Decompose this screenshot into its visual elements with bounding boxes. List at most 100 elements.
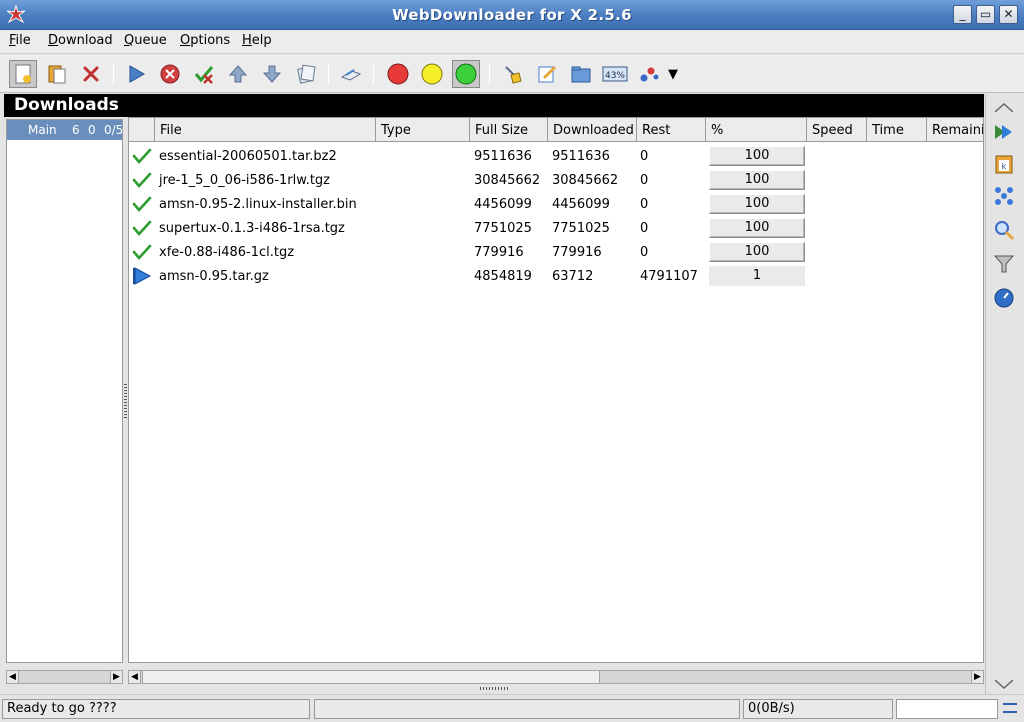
stop-icon[interactable] xyxy=(156,60,184,88)
menu-file[interactable]: File xyxy=(9,33,31,48)
progress-cell: 100 xyxy=(709,146,805,166)
complete-check-icon xyxy=(132,196,152,212)
menu-bar: File Download Queue Options Help xyxy=(0,30,1024,54)
graph-icon[interactable] xyxy=(635,60,663,88)
paste-icon[interactable] xyxy=(43,60,71,88)
table-row[interactable]: xfe-0.88-i486-1cl.tgz 779916 779916 0 100 xyxy=(129,240,983,264)
clipboard-icon[interactable]: k xyxy=(992,152,1016,176)
tree-hscrollbar[interactable]: ◀ ▶ xyxy=(6,670,123,684)
table-hscrollbar[interactable]: ◀ ▶ xyxy=(128,670,984,684)
start-all-icon[interactable] xyxy=(992,120,1016,144)
edit-icon[interactable] xyxy=(533,60,561,88)
clear-icon[interactable] xyxy=(499,60,527,88)
main-area: Downloads Main 6 0 0/5 File Type Full Si… xyxy=(4,94,984,694)
scroll-right-arrow[interactable]: ▶ xyxy=(110,671,122,683)
complete-check-icon xyxy=(132,220,152,236)
column-speed[interactable]: Speed xyxy=(807,118,867,142)
downloaded-cell: 7751025 xyxy=(552,221,610,236)
minimize-button[interactable]: _ xyxy=(953,5,972,24)
file-cell: supertux-0.1.3-i486-1rsa.tgz xyxy=(159,221,345,236)
complete-check-icon xyxy=(132,244,152,260)
progress-cell: 100 xyxy=(709,194,805,214)
column-type[interactable]: Type xyxy=(376,118,470,142)
right-toolbar: k xyxy=(985,94,1021,694)
scroll-down-icon[interactable] xyxy=(992,672,1016,696)
tree-item-name: Main xyxy=(28,123,57,137)
yellow-light-icon[interactable] xyxy=(418,60,446,88)
new-download-icon[interactable] xyxy=(9,60,37,88)
scroll-right-arrow[interactable]: ▶ xyxy=(971,671,983,683)
progress-cell: 100 xyxy=(709,170,805,190)
progress-cell: 100 xyxy=(709,242,805,262)
network-icon[interactable] xyxy=(992,184,1016,208)
downloaded-cell: 9511636 xyxy=(552,149,610,164)
move-down-icon[interactable] xyxy=(258,60,286,88)
status-bar: Ready to go ???? 0(0B/s) xyxy=(0,694,1024,722)
downloaded-cell: 63712 xyxy=(552,269,594,284)
speed-limit-icon[interactable]: 43% xyxy=(601,60,629,88)
table-row[interactable]: essential-20060501.tar.bz2 9511636 9511636… xyxy=(129,144,983,168)
window-title: WebDownloader for X 2.5.6 xyxy=(392,6,632,24)
status-message: Ready to go ???? xyxy=(2,699,310,719)
column-file[interactable]: File xyxy=(155,118,376,142)
delete-icon[interactable] xyxy=(77,60,105,88)
menu-handle-icon[interactable] xyxy=(1003,703,1017,713)
red-light-icon[interactable] xyxy=(384,60,412,88)
close-button[interactable]: ✕ xyxy=(999,5,1018,24)
column-percent[interactable]: % xyxy=(706,118,807,142)
file-cell: xfe-0.88-i486-1cl.tgz xyxy=(159,245,295,260)
column-full-size[interactable]: Full Size xyxy=(470,118,548,142)
title-bar: WebDownloader for X 2.5.6 _ ▭ ✕ xyxy=(0,0,1024,30)
toolbar-dropdown-arrow[interactable]: ▼ xyxy=(663,60,683,88)
table-header: File Type Full Size Downloaded Rest % Sp… xyxy=(129,118,983,142)
scroll-up-icon[interactable] xyxy=(992,96,1016,120)
downloaded-cell: 4456099 xyxy=(552,197,610,212)
queue-tree[interactable]: Main 6 0 0/5 xyxy=(6,119,123,663)
table-row[interactable]: amsn-0.95.tar.gz 4854819 63712 4791107 1 xyxy=(129,264,983,288)
start-icon[interactable] xyxy=(122,60,150,88)
menu-download[interactable]: Download xyxy=(48,33,113,48)
column-downloaded[interactable]: Downloaded xyxy=(548,118,637,142)
search-icon[interactable] xyxy=(992,218,1016,242)
table-row[interactable]: supertux-0.1.3-i486-1rsa.tgz 7751025 77510… xyxy=(129,216,983,240)
menu-options[interactable]: Options xyxy=(180,33,230,48)
rest-cell: 4791107 xyxy=(640,269,698,284)
scroll-thumb[interactable] xyxy=(142,671,600,683)
filter-icon[interactable] xyxy=(992,252,1016,276)
svg-text:43%: 43% xyxy=(605,71,625,81)
delete-completed-icon[interactable] xyxy=(190,60,218,88)
column-time[interactable]: Time xyxy=(867,118,927,142)
move-up-icon[interactable] xyxy=(224,60,252,88)
rest-cell: 0 xyxy=(640,149,649,164)
scroll-left-arrow[interactable]: ◀ xyxy=(7,671,19,683)
table-row[interactable]: amsn-0.95-2.linux-installer.bin 4456099 44… xyxy=(129,192,983,216)
full-size-cell: 30845662 xyxy=(474,173,541,188)
green-light-icon[interactable] xyxy=(452,60,480,88)
rest-cell: 0 xyxy=(640,173,649,188)
progress-cell: 100 xyxy=(709,218,805,238)
full-size-cell: 9511636 xyxy=(474,149,532,164)
file-cell: essential-20060501.tar.bz2 xyxy=(159,149,337,164)
toolbar: 43% ▼ xyxy=(0,55,1024,93)
splitter-handle[interactable] xyxy=(124,384,127,418)
column-remaining[interactable]: Remaini xyxy=(927,118,983,142)
table-row[interactable]: jre-1_5_0_06-i586-1rlw.tgz 30845662 308456… xyxy=(129,168,983,192)
open-folder-icon[interactable] xyxy=(567,60,595,88)
menu-queue[interactable]: Queue xyxy=(124,33,167,48)
status-speed: 0(0B/s) xyxy=(743,699,893,719)
scroll-left-arrow[interactable]: ◀ xyxy=(129,671,141,683)
column-status[interactable] xyxy=(129,118,155,142)
tree-item-main[interactable]: Main 6 0 0/5 xyxy=(7,120,122,140)
log-icon[interactable] xyxy=(292,60,320,88)
rest-cell: 0 xyxy=(640,197,649,212)
properties-icon[interactable] xyxy=(337,60,365,88)
paused-play-icon xyxy=(133,267,152,285)
tree-item-running: 0 xyxy=(88,123,96,137)
speedometer-icon[interactable] xyxy=(992,286,1016,310)
downloads-table[interactable]: File Type Full Size Downloaded Rest % Sp… xyxy=(128,117,984,663)
svg-text:k: k xyxy=(1002,162,1007,171)
resize-grip[interactable] xyxy=(480,687,510,690)
menu-help[interactable]: Help xyxy=(242,33,272,48)
maximize-button[interactable]: ▭ xyxy=(976,5,995,24)
column-rest[interactable]: Rest xyxy=(637,118,706,142)
